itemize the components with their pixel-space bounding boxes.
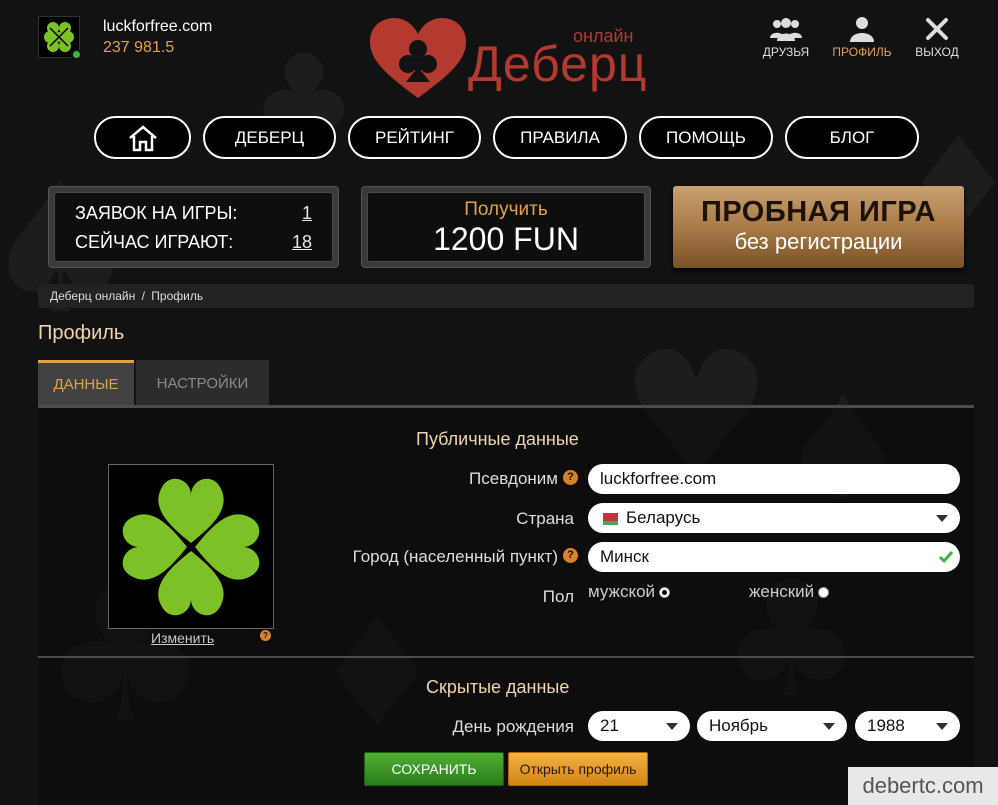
site-watermark: debertc.com [848, 767, 998, 805]
gender-male-radio[interactable] [659, 587, 671, 599]
main-menu: ДЕБЕРЦ РЕЙТИНГ ПРАВИЛА ПОМОЩЬ БЛОГ [94, 116, 919, 159]
bonus-get-label: Получить [464, 199, 548, 220]
nickname-input[interactable]: luckforfree.com [588, 464, 960, 494]
trial-game-button[interactable]: ПРОБНАЯ ИГРА без регистрации [673, 186, 964, 268]
profile-icon [850, 17, 874, 42]
chevron-down-icon [666, 723, 678, 730]
home-button[interactable] [94, 116, 191, 159]
nickname-label: Псевдоним [469, 469, 558, 488]
user-avatar[interactable] [38, 16, 82, 60]
menu-deberts[interactable]: ДЕБЕРЦ [203, 116, 336, 159]
breadcrumb-home-link[interactable]: Деберц онлайн [50, 289, 135, 303]
profile-label: ПРОФИЛЬ [832, 45, 892, 59]
menu-help[interactable]: ПОМОЩЬ [639, 116, 773, 159]
user-balance: 237 981.5 [103, 39, 175, 56]
country-select[interactable]: Беларусь [588, 503, 960, 533]
breadcrumb: Деберц онлайн / Профиль [38, 284, 974, 308]
site-logo[interactable]: онлайн Деберц [368, 16, 658, 101]
gender-label: Пол [542, 587, 574, 606]
gender-female-option[interactable]: женский [749, 582, 830, 602]
avatar-help-icon[interactable]: ? [260, 630, 271, 641]
birth-day-select[interactable]: 21 [588, 711, 690, 741]
chevron-down-icon [823, 723, 835, 730]
playing-count-link[interactable]: 18 [292, 232, 312, 253]
games-stats-panel: ЗАЯВОК НА ИГРЫ: 1 СЕЙЧАС ИГРАЮТ: 18 [48, 186, 339, 268]
birth-month-select[interactable]: Ноябрь [697, 711, 847, 741]
trial-title: ПРОБНАЯ ИГРА [700, 196, 936, 228]
gender-male-option[interactable]: мужской [588, 582, 671, 602]
change-avatar-link[interactable]: Изменить [151, 630, 214, 646]
logo-brand-name: Деберц [468, 36, 648, 92]
open-profile-button[interactable]: Открыть профиль [508, 752, 648, 786]
hidden-data-title: Скрытые данные [426, 677, 570, 697]
save-button[interactable]: СОХРАНИТЬ [364, 752, 504, 786]
public-data-title: Публичные данные [416, 429, 579, 449]
gender-female-label: женский [749, 582, 815, 601]
bonus-panel[interactable]: Получить 1200 FUN [361, 186, 651, 268]
belarus-flag-icon [600, 512, 618, 525]
friends-nav[interactable]: ДРУЗЬЯ [756, 16, 816, 59]
city-input[interactable]: Минск [588, 542, 960, 572]
logout-nav[interactable]: ВЫХОД [907, 16, 967, 59]
profile-nav[interactable]: ПРОФИЛЬ [832, 16, 892, 59]
city-label: Город (населенный пункт) [352, 547, 558, 566]
tabs-divider [38, 405, 974, 408]
user-name[interactable]: luckforfree.com [103, 18, 212, 36]
menu-rating[interactable]: РЕЙТИНГ [348, 116, 481, 159]
nickname-help-icon[interactable]: ? [563, 470, 578, 485]
chevron-down-icon [936, 515, 948, 522]
city-help-icon[interactable]: ? [563, 548, 578, 563]
tab-settings[interactable]: НАСТРОЙКИ [136, 360, 269, 406]
clover-icon [122, 478, 260, 616]
gender-female-radio[interactable] [818, 587, 830, 599]
breadcrumb-current: Профиль [151, 289, 204, 303]
birth-year-select[interactable]: 1988 [855, 711, 960, 741]
menu-rules[interactable]: ПРАВИЛА [493, 116, 627, 159]
chevron-down-icon [936, 723, 948, 730]
requests-label: ЗАЯВОК НА ИГРЫ: [75, 203, 238, 223]
bonus-amount: 1200 FUN [433, 221, 579, 257]
section-divider [38, 656, 974, 658]
friends-label: ДРУЗЬЯ [762, 45, 810, 59]
heart-club-logo-icon [370, 18, 466, 98]
menu-blog[interactable]: БЛОГ [785, 116, 919, 159]
tab-data[interactable]: ДАННЫЕ [38, 360, 134, 406]
playing-label: СЕЙЧАС ИГРАЮТ: [75, 232, 234, 252]
country-label: Страна [516, 509, 574, 528]
requests-count-link[interactable]: 1 [302, 203, 312, 224]
birth-year-value: 1988 [867, 716, 905, 735]
checkmark-icon [938, 551, 954, 564]
birthday-label: День рождения [452, 717, 575, 736]
profile-avatar[interactable] [108, 464, 274, 629]
breadcrumb-separator: / [141, 289, 145, 303]
home-icon [128, 124, 157, 151]
country-value: Беларусь [626, 508, 701, 527]
profile-tabs: ДАННЫЕ НАСТРОЙКИ [38, 360, 269, 406]
birth-month-value: Ноябрь [709, 716, 768, 735]
birth-day-value: 21 [600, 716, 619, 735]
trial-subtitle: без регистрации [734, 229, 903, 254]
friends-icon [770, 18, 802, 41]
close-icon [926, 18, 948, 40]
online-status-indicator [71, 49, 82, 60]
city-value: Минск [600, 547, 649, 566]
logout-label: ВЫХОД [915, 45, 959, 59]
page-title: Профиль [38, 322, 125, 344]
gender-male-label: мужской [588, 582, 656, 601]
